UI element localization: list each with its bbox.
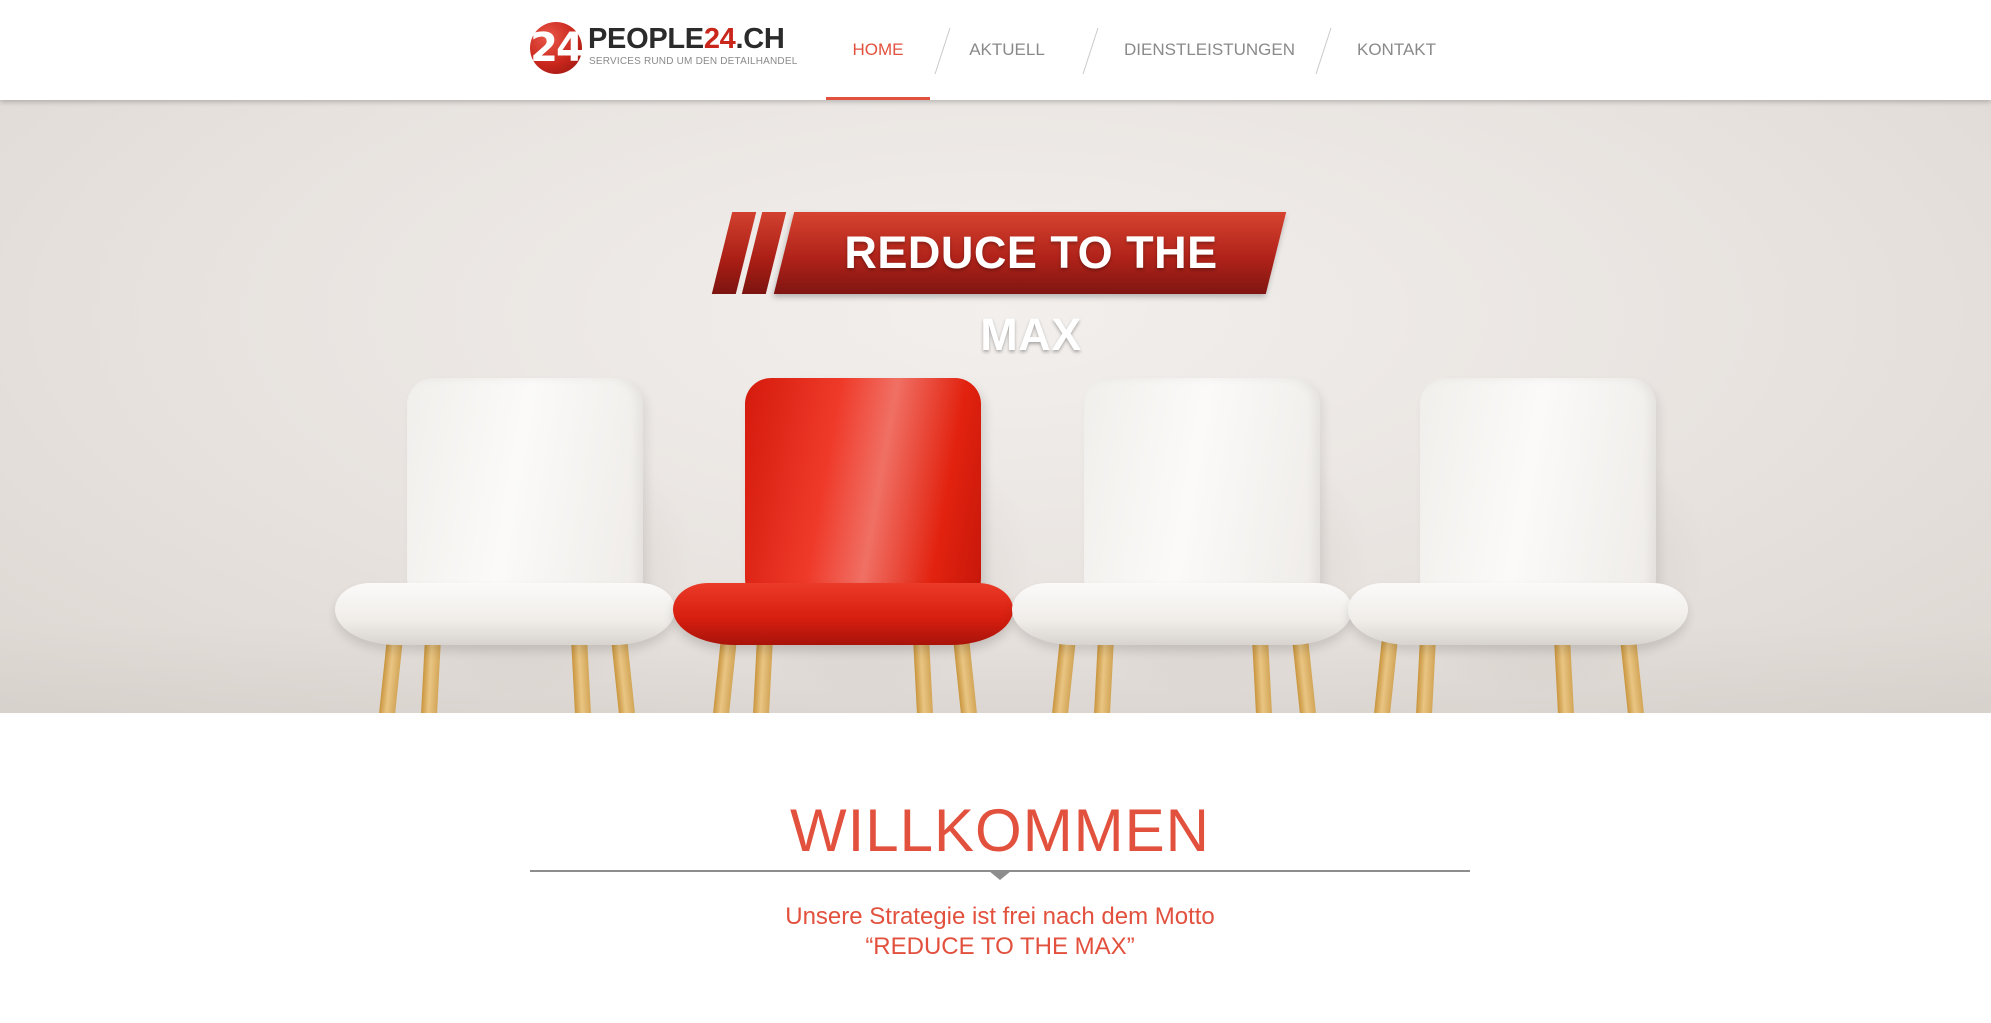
banner-headline: REDUCE TO THE MAX <box>844 227 1218 360</box>
site-logo[interactable]: 24 PEOPLE24.CH SERVICES RUND UM DEN DETA… <box>530 22 797 78</box>
hero-image: REDUCE TO THE MAX <box>0 100 1991 713</box>
site-header: 24 PEOPLE24.CH SERVICES RUND UM DEN DETA… <box>0 0 1991 100</box>
chair-backrest <box>407 378 643 618</box>
chair-leg <box>1373 635 1399 713</box>
chair-seat <box>1348 583 1688 645</box>
chair-leg <box>378 635 404 713</box>
motto-text: Unsere Strategie ist frei nach dem Motto… <box>530 902 1470 962</box>
chair-red <box>673 378 1033 713</box>
motto-line-1: Unsere Strategie ist frei nach dem Motto <box>785 903 1215 930</box>
logo-wordmark: PEOPLE24.CH <box>588 24 785 54</box>
hero-banner: REDUCE TO THE MAX <box>711 212 1287 360</box>
logo-name-suffix: .CH <box>735 23 785 55</box>
nav-item-home[interactable]: HOME <box>826 0 930 100</box>
chair-seat <box>673 583 1013 645</box>
nav-separator <box>934 28 951 74</box>
chair-backrest <box>745 378 981 618</box>
nav-item-aktuell[interactable]: AKTUELL <box>967 0 1047 100</box>
chair-leg <box>712 635 738 713</box>
nav-separator <box>1082 28 1099 74</box>
chair-leg <box>1051 635 1077 713</box>
chair-seat <box>335 583 675 645</box>
logo-name-highlight: 24 <box>703 23 736 55</box>
logo-badge-icon: 24 <box>530 22 584 74</box>
chair-leg <box>752 635 774 713</box>
nav-separator <box>1315 28 1332 74</box>
chair-leg <box>420 635 442 713</box>
divider-arrow-icon <box>989 871 1011 880</box>
chair-leg <box>1415 635 1437 713</box>
logo-tagline: SERVICES RUND UM DEN DETAILHANDEL <box>589 56 798 67</box>
nav-item-dienstleistungen[interactable]: DIENSTLEISTUNGEN <box>1124 0 1295 100</box>
welcome-heading: WILLKOMMEN <box>789 797 1211 864</box>
chair-backrest <box>1084 378 1320 618</box>
chair-leg <box>1093 635 1115 713</box>
chair-white <box>335 378 695 713</box>
nav-item-kontakt[interactable]: KONTAKT <box>1357 0 1436 100</box>
logo-name-main: PEOPLE <box>588 23 704 55</box>
chair-white <box>1012 378 1372 713</box>
motto-line-2: “REDUCE TO THE MAX” <box>865 933 1135 960</box>
chair-seat <box>1012 583 1352 645</box>
chair-backrest <box>1420 378 1656 618</box>
chair-white <box>1348 378 1708 713</box>
